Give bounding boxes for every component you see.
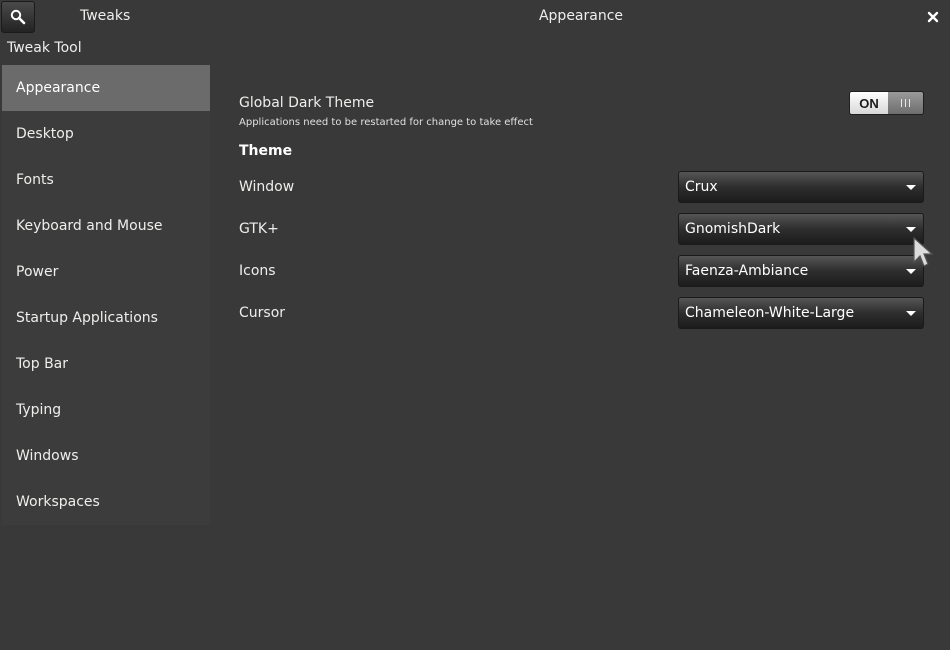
tweak-tool-window: Tweaks Appearance Tweak Tool Appearance … — [0, 0, 950, 650]
theme-label-cursor: Cursor — [239, 305, 286, 321]
sidebar-item-label: Keyboard and Mouse — [16, 218, 163, 234]
dropdown-value: Faenza-Ambiance — [685, 263, 809, 279]
global-dark-theme-label: Global Dark Theme — [239, 95, 375, 111]
close-icon — [927, 11, 939, 23]
window-theme-dropdown[interactable]: Crux — [678, 171, 924, 203]
theme-label-window: Window — [239, 179, 295, 195]
switch-handle[interactable] — [888, 92, 923, 114]
theme-section-heading: Theme — [239, 143, 293, 159]
sidebar-item-label: Fonts — [16, 172, 54, 188]
dropdown-value: Crux — [685, 179, 718, 195]
theme-label-gtk: GTK+ — [239, 221, 279, 237]
sidebar-item-label: Typing — [16, 402, 62, 418]
dropdown-arrow-icon — [906, 226, 916, 232]
gtk-theme-dropdown[interactable]: GnomishDark — [678, 213, 924, 245]
sidebar-item-label: Appearance — [16, 80, 101, 96]
global-dark-theme-description: Applications need to be restarted for ch… — [239, 117, 533, 128]
sidebar-title: Tweak Tool — [7, 40, 82, 56]
sidebar-item-keyboard-and-mouse[interactable]: Keyboard and Mouse — [2, 203, 210, 249]
theme-label-icons: Icons — [239, 263, 276, 279]
sidebar-item-label: Power — [16, 264, 59, 280]
cursor-theme-dropdown[interactable]: Chameleon-White-Large — [678, 297, 924, 329]
close-button[interactable] — [926, 9, 940, 23]
sidebar-item-label: Startup Applications — [16, 310, 158, 326]
dropdown-value: Chameleon-White-Large — [685, 305, 855, 321]
sidebar-item-fonts[interactable]: Fonts — [2, 157, 210, 203]
theme-row-window: Window Crux — [239, 171, 924, 203]
page-title: Appearance — [538, 8, 624, 24]
sidebar-item-startup-applications[interactable]: Startup Applications — [2, 295, 210, 341]
theme-row-icons: Icons Faenza-Ambiance — [239, 255, 924, 287]
sidebar-item-typing[interactable]: Typing — [2, 387, 210, 433]
global-dark-theme-row: Global Dark Theme Applications need to b… — [239, 88, 924, 136]
sidebar-item-desktop[interactable]: Desktop — [2, 111, 210, 157]
sidebar-item-power[interactable]: Power — [2, 249, 210, 295]
theme-row-gtk: GTK+ GnomishDark — [239, 213, 924, 245]
sidebar-item-label: Workspaces — [16, 494, 100, 510]
sidebar-item-label: Top Bar — [16, 356, 69, 372]
main-panel: Global Dark Theme Applications need to b… — [239, 88, 924, 329]
theme-row-cursor: Cursor Chameleon-White-Large — [239, 297, 924, 329]
global-dark-theme-switch[interactable]: ON — [849, 91, 924, 115]
header-bar: Tweaks Appearance — [0, 0, 950, 34]
sidebar-item-appearance[interactable]: Appearance — [2, 65, 210, 111]
sidebar-item-windows[interactable]: Windows — [2, 433, 210, 479]
icons-theme-dropdown[interactable]: Faenza-Ambiance — [678, 255, 924, 287]
sidebar-item-workspaces[interactable]: Workspaces — [2, 479, 210, 525]
sidebar-item-top-bar[interactable]: Top Bar — [2, 341, 210, 387]
dropdown-arrow-icon — [906, 310, 916, 316]
dropdown-arrow-icon — [906, 184, 916, 190]
sidebar-item-label: Desktop — [16, 126, 74, 142]
sidebar-item-label: Windows — [16, 448, 79, 464]
sidebar: Appearance Desktop Fonts Keyboard and Mo… — [2, 65, 210, 525]
mouse-pointer-icon — [913, 236, 934, 267]
dropdown-value: GnomishDark — [685, 221, 781, 237]
switch-on-label: ON — [850, 92, 888, 114]
